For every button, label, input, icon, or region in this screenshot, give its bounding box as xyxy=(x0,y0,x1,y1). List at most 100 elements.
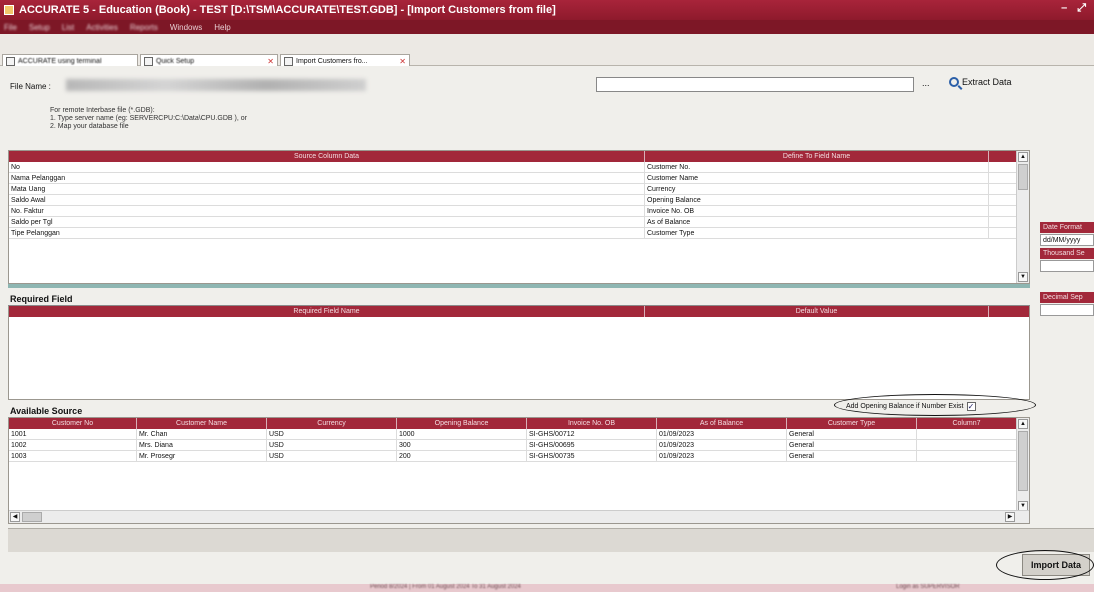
menu-reports[interactable]: Reports xyxy=(130,23,158,32)
window-controls: – ⤢ xyxy=(1061,2,1086,15)
table-row[interactable]: 1001 Mr. Chan USD 1000 SI-GHS/00712 01/0… xyxy=(9,429,1029,440)
horizontal-scrollbar[interactable]: ◀ ▶ xyxy=(9,510,1029,523)
file-name-input[interactable] xyxy=(596,77,914,92)
table-row[interactable]: 1003 Mr. Prosegr USD 200 SI-GHS/00735 01… xyxy=(9,451,1029,462)
col-customer-name[interactable]: Customer Name xyxy=(137,418,267,429)
vertical-scrollbar[interactable]: ▲ ▼ xyxy=(1016,151,1029,283)
table-row[interactable]: Saldo Awal Opening Balance xyxy=(9,195,1029,206)
table-row[interactable]: Saldo per Tgl As of Balance xyxy=(9,217,1029,228)
menu-list[interactable]: List xyxy=(62,23,74,32)
scroll-up-icon[interactable]: ▲ xyxy=(1018,419,1028,429)
document-tab-bar: ACCURATE using terminal Quick Setup ✕ Im… xyxy=(0,34,1094,67)
col-required-field-name[interactable]: Required Field Name xyxy=(9,306,645,317)
thousand-separator-input[interactable] xyxy=(1040,260,1094,272)
col-default-value[interactable]: Default Value xyxy=(645,306,989,317)
cell: 200 xyxy=(397,451,527,461)
field-cell[interactable]: As of Balance xyxy=(645,217,989,227)
status-period: Period 8/2024 | From 01 August 2024 To 3… xyxy=(370,584,521,590)
menu-bar: File Setup List Activities Reports Windo… xyxy=(0,20,1094,34)
table-row[interactable]: 1002 Mrs. Diana USD 300 SI-GHS/00695 01/… xyxy=(9,440,1029,451)
status-bar: Period 8/2024 | From 01 August 2024 To 3… xyxy=(0,584,1094,592)
cell: Mr. Prosegr xyxy=(137,451,267,461)
file-name-label: File Name : xyxy=(10,82,51,91)
scroll-left-icon[interactable]: ◀ xyxy=(10,512,20,522)
field-cell[interactable]: Invoice No. OB xyxy=(645,206,989,216)
bottom-panel xyxy=(8,528,1094,552)
cell: 1001 xyxy=(9,429,137,439)
cell: 01/09/2023 xyxy=(657,429,787,439)
remote-file-note: For remote Interbase file (*.GDB): 1. Ty… xyxy=(50,107,247,130)
table-row[interactable]: Nama Pelanggan Customer Name xyxy=(9,173,1029,184)
col-define-field[interactable]: Define To Field Name xyxy=(645,151,989,162)
cell: General xyxy=(787,429,917,439)
field-cell[interactable]: Currency xyxy=(645,184,989,194)
menu-help[interactable]: Help xyxy=(214,23,230,32)
col-as-of-balance[interactable]: As of Balance xyxy=(657,418,787,429)
extract-data-label: Extract Data xyxy=(962,77,1012,87)
minimize-button[interactable]: – xyxy=(1061,2,1067,15)
vertical-scrollbar[interactable]: ▲ ▼ xyxy=(1016,418,1029,512)
table-row[interactable]: No. Faktur Invoice No. OB xyxy=(9,206,1029,217)
cell: USD xyxy=(267,440,397,450)
cell xyxy=(917,429,1017,439)
source-cell: Mata Uang xyxy=(9,184,645,194)
browse-button[interactable]: ... xyxy=(922,78,930,88)
cell: 1003 xyxy=(9,451,137,461)
col-invoice-no-ob[interactable]: Invoice No. OB xyxy=(527,418,657,429)
cell: Mrs. Diana xyxy=(137,440,267,450)
date-format-input[interactable]: dd/MM/yyyy xyxy=(1040,234,1094,246)
decimal-separator-label: Decimal Sep xyxy=(1040,292,1094,303)
field-cell[interactable]: Customer No. xyxy=(645,162,989,172)
table-row[interactable]: Mata Uang Currency xyxy=(9,184,1029,195)
col-column7[interactable]: Column7 xyxy=(917,418,1017,429)
cell xyxy=(917,451,1017,461)
scroll-thumb[interactable] xyxy=(1018,164,1028,190)
thousand-separator-label: Thousand Se xyxy=(1040,248,1094,259)
table-row[interactable]: Tipe Pelanggan Customer Type xyxy=(9,228,1029,239)
file-path-redacted xyxy=(66,79,366,91)
source-cell: Saldo per Tgl xyxy=(9,217,645,227)
cell: USD xyxy=(267,429,397,439)
cell: 01/09/2023 xyxy=(657,440,787,450)
menu-file[interactable]: File xyxy=(4,23,17,32)
scroll-thumb[interactable] xyxy=(1018,431,1028,491)
restore-button[interactable]: ⤢ xyxy=(1077,2,1086,15)
available-source-title: Available Source xyxy=(10,406,83,416)
cell: 1000 xyxy=(397,429,527,439)
cell: General xyxy=(787,451,917,461)
cell: SI-GHS/00695 xyxy=(527,440,657,450)
required-field-grid: Required Field Name Default Value xyxy=(8,306,1030,400)
window-title: ACCURATE 5 - Education (Book) - TEST [D:… xyxy=(19,4,556,16)
menu-activities[interactable]: Activities xyxy=(86,23,118,32)
col-currency[interactable]: Currency xyxy=(267,418,397,429)
search-icon xyxy=(949,77,959,87)
splitter[interactable] xyxy=(8,284,1030,288)
col-customer-type[interactable]: Customer Type xyxy=(787,418,917,429)
field-cell[interactable]: Customer Type xyxy=(645,228,989,238)
menu-windows[interactable]: Windows xyxy=(170,23,202,32)
scroll-right-icon[interactable]: ▶ xyxy=(1005,512,1015,522)
decimal-separator-input[interactable] xyxy=(1040,304,1094,316)
highlight-circle xyxy=(834,394,1036,416)
highlight-circle xyxy=(996,550,1094,580)
field-cell[interactable]: Customer Name xyxy=(645,173,989,183)
menu-setup[interactable]: Setup xyxy=(29,23,50,32)
field-cell[interactable]: Opening Balance xyxy=(645,195,989,205)
source-cell: Nama Pelanggan xyxy=(9,173,645,183)
extract-data-button[interactable]: Extract Data xyxy=(949,77,1012,87)
close-icon[interactable]: ✕ xyxy=(399,57,406,66)
col-opening-balance[interactable]: Opening Balance xyxy=(397,418,527,429)
table-row[interactable]: No Customer No. xyxy=(9,162,1029,173)
col-source-column[interactable]: Source Column Data xyxy=(9,151,645,162)
close-icon[interactable]: ✕ xyxy=(267,57,274,66)
tab-label: ACCURATE using terminal xyxy=(18,57,102,65)
scroll-up-icon[interactable]: ▲ xyxy=(1018,152,1028,162)
col-customer-no[interactable]: Customer No xyxy=(9,418,137,429)
cell: USD xyxy=(267,451,397,461)
source-cell: Tipe Pelanggan xyxy=(9,228,645,238)
source-cell: Saldo Awal xyxy=(9,195,645,205)
scroll-thumb[interactable] xyxy=(22,512,42,522)
source-cell: No xyxy=(9,162,645,172)
scroll-down-icon[interactable]: ▼ xyxy=(1018,272,1028,282)
cell: 1002 xyxy=(9,440,137,450)
